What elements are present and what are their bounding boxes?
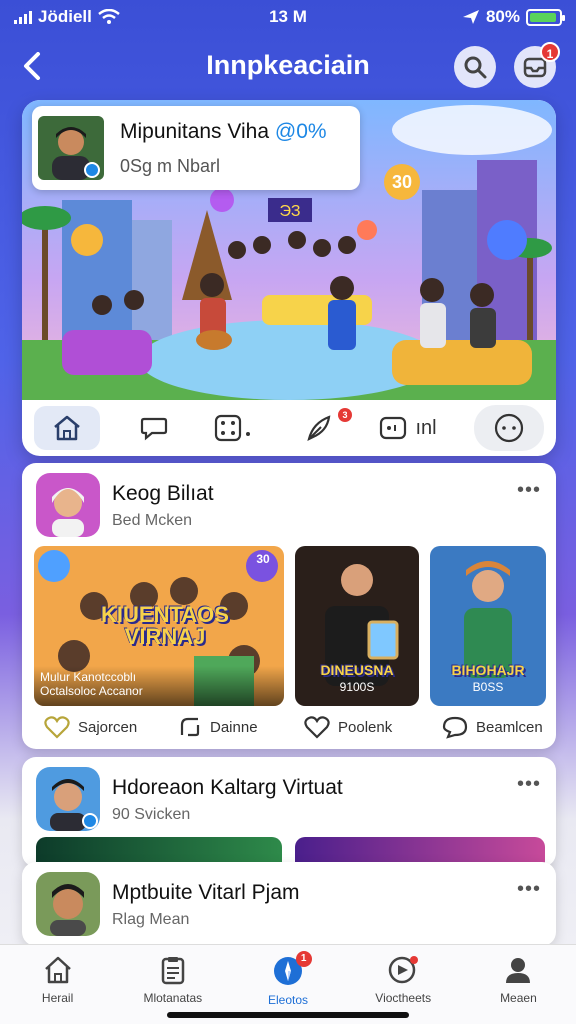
pen-action-button[interactable]: 3 (290, 406, 352, 450)
event-title-text: Mipunitans Viha (120, 120, 270, 143)
event-title: Mipunitans Viha @0% (120, 120, 327, 144)
nav-home[interactable]: Herail (0, 945, 115, 1024)
nav-events-badge: 1 (295, 951, 312, 967)
thumbnail-title: DINEUSNA (320, 662, 394, 678)
post-menu-button[interactable]: ••• (516, 774, 542, 795)
status-bar: Jödiell 13 M 80% (0, 0, 576, 36)
search-icon (464, 56, 487, 79)
post-author: Mptbuite Vitarl Pjam (112, 881, 300, 904)
thumbnail-caption-line1: Mulur Kanotccoblı (40, 670, 137, 684)
thumbnail-caption-line2: Octalsoloc Accanor (40, 684, 143, 698)
speech-bubble-icon (140, 417, 168, 441)
chat-box-icon (380, 416, 407, 440)
video-chat-icon (388, 956, 419, 984)
post-avatar[interactable] (36, 872, 100, 936)
nav-events-label: Eleotos (267, 993, 309, 1007)
post-avatar[interactable] (36, 473, 100, 537)
home-icon (44, 956, 71, 984)
post-card[interactable]: Hdoreaon Kaltarg Virtuat 90 Svicken ••• (22, 757, 556, 867)
event-subtitle: 0Sg m Nbarl (120, 156, 221, 176)
post-author: Keog Bilıat (112, 482, 214, 505)
nav-notes-label: Mlotanatas (143, 991, 203, 1005)
comment-label: Beamlcen (476, 718, 543, 736)
thumbnail-sign: 30 (256, 552, 270, 566)
location-arrow-icon (462, 10, 479, 24)
feather-pen-icon (307, 415, 331, 442)
share-icon (180, 717, 200, 737)
clipboard-icon (161, 957, 185, 985)
nav-videos-label: Vioctheets (375, 991, 432, 1005)
post-card[interactable]: Mptbuite Vitarl Pjam Rlag Mean ••• (22, 862, 556, 946)
like-label: Sajorcen (78, 718, 138, 736)
like-button[interactable]: Sajorcen (44, 715, 137, 739)
search-button[interactable] (454, 46, 496, 88)
scene-board: ЭЗ (280, 203, 301, 220)
scene-sign: 30 (392, 172, 412, 192)
post-menu-button[interactable]: ••• (516, 480, 542, 501)
post-card[interactable]: Keog Bilıat Bed Mcken ••• KIUENTAOS VIRN… (22, 463, 556, 749)
post-meta: Rlag Mean (112, 911, 190, 928)
thumbnail-caption: 9100S (339, 680, 375, 694)
share-label: Dainne (210, 718, 258, 736)
chat-action-text: ınl (415, 416, 437, 439)
event-title-accent: @0% (274, 120, 327, 143)
post-avatar[interactable] (36, 767, 100, 831)
favorite-label: Poolenk (338, 718, 393, 736)
more-circle-icon (494, 413, 524, 443)
home-icon (54, 415, 80, 441)
comment-icon (442, 716, 468, 739)
post-meta: 90 Svicken (112, 806, 191, 823)
nav-profile-label: Meaen (500, 991, 537, 1005)
featured-event-card[interactable]: ЭЗ 30 Mipunitans Viha @0% 0Sg m Nbarl 3 … (22, 100, 556, 456)
host-avatar[interactable] (38, 116, 104, 180)
nav-home-label: Herail (41, 991, 74, 1005)
thumbnail-title: BIHOHAJR (451, 662, 525, 678)
post-thumbnail[interactable]: KIUENTAOS VIRNAJ Mulur Kanotccoblı Octal… (34, 546, 284, 706)
app-header: Innpkeaciain 1 (0, 40, 576, 94)
post-menu-button[interactable]: ••• (516, 879, 542, 900)
post-author: Hdoreaon Kaltarg Virtuat (112, 776, 343, 799)
post-thumbnail[interactable]: DINEUSNA 9100S (295, 546, 419, 706)
dice-icon (214, 414, 250, 442)
heart-outline-icon (304, 716, 330, 739)
notification-badge: 1 (540, 42, 560, 62)
nav-profile[interactable]: Meaen (461, 945, 576, 1024)
status-right: 80% (462, 7, 565, 27)
games-action-button[interactable] (204, 406, 264, 450)
event-info-panel[interactable]: Mipunitans Viha @0% 0Sg m Nbarl (32, 106, 360, 190)
thumbnail-title: KIUENTAOS VIRNAJ (101, 602, 229, 649)
thumbnail-caption: B0SS (472, 680, 504, 694)
comment-action-button[interactable] (124, 406, 184, 450)
home-indicator (167, 1012, 409, 1018)
comment-button[interactable]: Beamlcen (442, 715, 543, 739)
event-action-bar: 3 ınl (22, 400, 556, 456)
heart-icon (44, 716, 70, 739)
post-thumbnail[interactable]: BIHOHAJR B0SS (430, 546, 546, 706)
favorite-button[interactable]: Poolenk (304, 715, 392, 739)
battery-percent: 80% (485, 7, 520, 26)
comment-count-badge: 3 (338, 408, 352, 422)
chat-action-button[interactable]: ınl (368, 406, 448, 450)
thumbnail-caption: Mulur Kanotccoblı Octalsoloc Accanor (34, 666, 284, 706)
more-action-button[interactable] (474, 405, 544, 451)
share-button[interactable]: Dainne (178, 715, 258, 739)
home-action-button[interactable] (34, 406, 100, 450)
notifications-button[interactable]: 1 (514, 42, 560, 88)
post-meta: Bed Mcken (112, 512, 193, 529)
profile-icon (506, 958, 531, 983)
battery-icon (526, 8, 565, 26)
